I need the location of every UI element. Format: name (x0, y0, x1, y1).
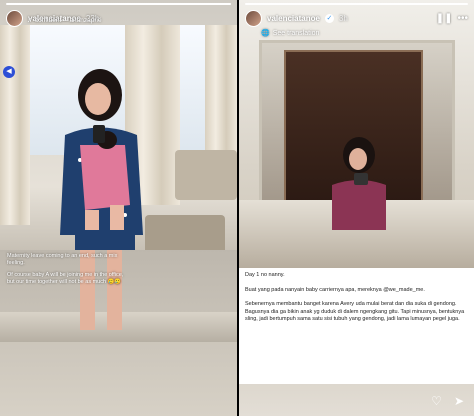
pause-icon[interactable]: ❚❚ (436, 13, 453, 24)
avatar[interactable] (6, 9, 23, 27)
music-label: confident (34, 17, 62, 24)
curtain-left (0, 25, 30, 225)
story-text-panel: Day 1 no nanny. Buat yang pada nanyain b… (239, 268, 474, 384)
story-actions: ♡ ➤ (431, 394, 464, 408)
caption-line-2: Of course baby A will be joining me in t… (7, 272, 124, 285)
post-time: 3h (338, 13, 348, 23)
avatar[interactable] (245, 9, 262, 27)
text-line-day: Day 1 no nanny. (245, 272, 285, 278)
username[interactable]: valenciatanoe (267, 14, 320, 23)
caption-line-1: Maternity leave coming to an end, such a… (7, 253, 118, 266)
text-line-carrier: Buat yang pada nanyain baby carriernya a… (245, 286, 425, 293)
text-line-paragraph: Sebenernya membantu banget karena Avery … (245, 301, 465, 322)
music-icon: ♫ (27, 17, 32, 24)
sofa (175, 150, 237, 200)
progress-bar-segment (6, 3, 231, 5)
story-caption: Maternity leave coming to an end, such a… (7, 253, 127, 291)
story-right[interactable]: Day 1 no nanny. Buat yang pada nanyain b… (239, 0, 474, 416)
translate-icon: 🌐 (261, 30, 270, 37)
progress-bar-segment (245, 3, 468, 5)
woman-with-baby-photo (60, 69, 143, 330)
see-translation-label: See translation (272, 29, 320, 37)
verified-icon: ✓ (324, 13, 334, 23)
see-translation-button[interactable]: 🌐 See translation (261, 29, 320, 38)
story-left[interactable]: valenciatanoe 23h ♫ confident · ananzapr… (0, 0, 237, 416)
music-artist: ananzaprié (69, 17, 102, 24)
music-sticker[interactable]: ♫ confident · ananzaprié (27, 17, 102, 24)
story-header: valenciatanoe ✓ 3h ❚❚ ••• (245, 7, 468, 29)
progress-bars (6, 3, 231, 5)
heart-icon[interactable]: ♡ (431, 394, 442, 408)
send-icon[interactable]: ➤ (454, 394, 464, 408)
mirror-selfie-photo (332, 137, 386, 230)
mute-icon[interactable]: ◀ (3, 66, 15, 78)
progress-bars (245, 3, 468, 5)
music-separator: · (64, 17, 67, 24)
more-options-icon[interactable]: ••• (457, 13, 468, 24)
